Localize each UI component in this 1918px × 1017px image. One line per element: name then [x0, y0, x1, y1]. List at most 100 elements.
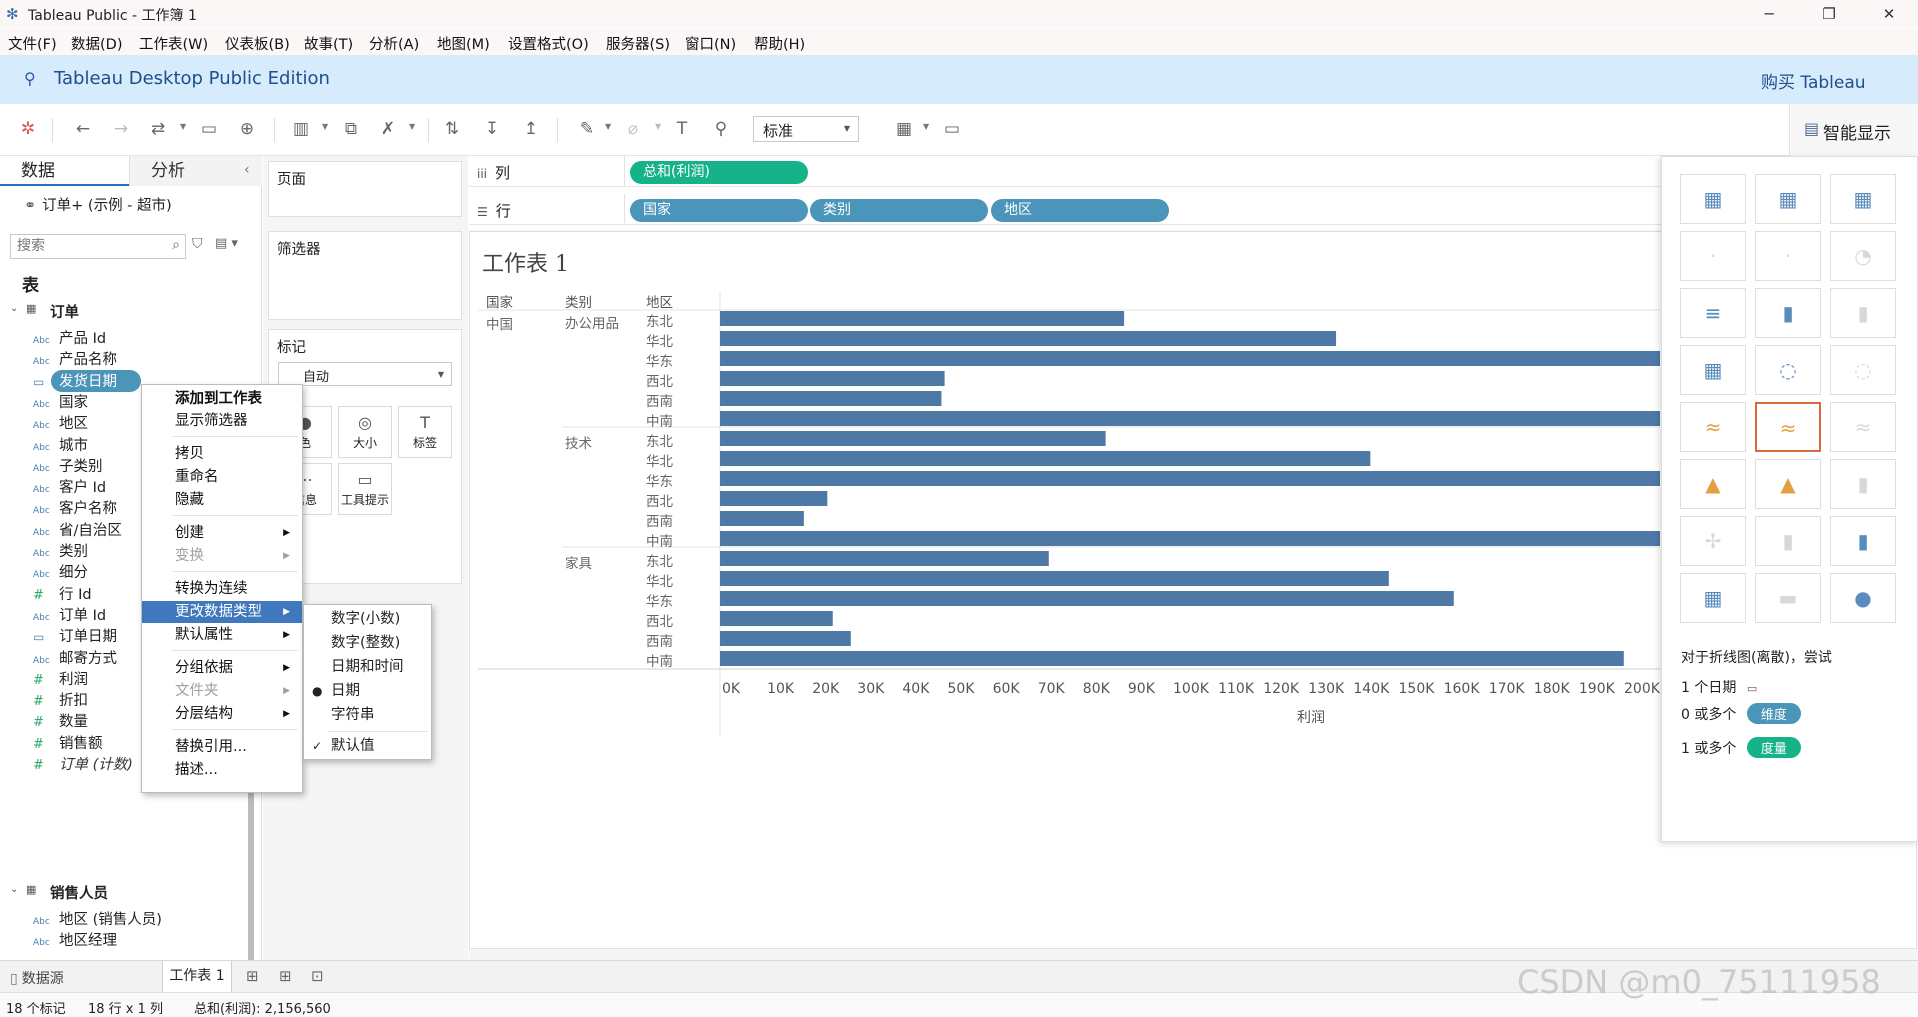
chart-type-option[interactable]: ≈ [1680, 402, 1746, 452]
tableau-start-icon[interactable]: ✲ [17, 118, 39, 140]
row-region-label[interactable]: 西南 [646, 390, 673, 410]
field-item[interactable]: # 销售额 [33, 732, 103, 753]
menu-add-to-sheet[interactable]: 添加到工作表 [142, 388, 302, 410]
redo-icon[interactable]: → [110, 118, 132, 140]
menu-help[interactable]: 帮助(H) [754, 33, 805, 54]
chart-type-option[interactable]: ▮ [1830, 516, 1896, 566]
show-cards-dropdown-icon[interactable]: ▼ [923, 122, 929, 131]
field-item[interactable]: # 行 Id [33, 583, 92, 604]
fix-axes-icon[interactable]: ⚲ [710, 118, 732, 140]
menu-describe[interactable]: 描述... [142, 759, 302, 781]
highlight-icon[interactable]: ✎ [576, 118, 598, 140]
menu-server[interactable]: 服务器(S) [606, 33, 670, 54]
menu-change-data-type[interactable]: 更改数据类型 ▶ [142, 601, 302, 623]
chart-type-option[interactable]: ≈ [1830, 402, 1896, 452]
sort-ascending-icon[interactable]: ↧ [481, 118, 503, 140]
replay-icon[interactable]: ⇄ [147, 118, 169, 140]
chart-type-option[interactable]: ▦ [1680, 345, 1746, 395]
pill-region[interactable]: 地区 [991, 199, 1169, 222]
collapse-pane-icon[interactable]: ‹ [244, 162, 250, 178]
menu-worksheet[interactable]: 工作表(W) [139, 33, 208, 54]
chart-type-option[interactable]: ▦ [1830, 174, 1896, 224]
field-item[interactable]: Abc 地区经理 [33, 929, 117, 950]
clear-dropdown-icon[interactable]: ▼ [409, 122, 415, 131]
datasource-row[interactable]: ⚭ 订单+ (示例 - 超市) [24, 194, 172, 215]
row-region-label[interactable]: 中南 [646, 410, 673, 430]
field-item[interactable]: Abc 订单 Id [33, 604, 106, 625]
row-region-label[interactable]: 西南 [646, 510, 673, 530]
pages-card[interactable]: 页面 [268, 161, 462, 217]
filter-icon[interactable]: ⛉ [192, 236, 203, 252]
group-orders[interactable]: 订单 [50, 301, 79, 322]
chart-type-option[interactable]: ▮ [1755, 516, 1821, 566]
pill-sum-profit[interactable]: 总和(利润) [630, 161, 808, 184]
row-region-label[interactable]: 东北 [646, 550, 673, 570]
new-worksheet-tab-icon[interactable]: ⊞ [246, 967, 259, 985]
tab-analysis[interactable]: 分析 [129, 156, 262, 186]
menu-copy[interactable]: 拷贝 [142, 443, 302, 465]
row-region-label[interactable]: 西南 [646, 630, 673, 650]
sheet-tab-1[interactable]: 工作表 1 [162, 961, 232, 993]
row-category-label[interactable]: 技术 [565, 432, 592, 452]
new-worksheet-dropdown-icon[interactable]: ▼ [322, 122, 328, 131]
row-category-label[interactable]: 家具 [565, 552, 592, 572]
row-category-label[interactable]: 办公用品 [565, 312, 619, 332]
close-icon[interactable]: ✕ [1864, 0, 1914, 28]
show-labels-icon[interactable]: T [671, 118, 693, 140]
chart-type-option[interactable]: ▦ [1680, 174, 1746, 224]
chart-type-option[interactable]: ▮ [1830, 459, 1896, 509]
chart-type-option[interactable]: · [1755, 231, 1821, 281]
field-item[interactable]: # 利润 [33, 668, 88, 689]
sheet-title[interactable]: 工作表 1 [482, 246, 569, 278]
chart-type-option[interactable]: ▲ [1755, 459, 1821, 509]
menu-hierarchy[interactable]: 分层结构 ▶ [142, 703, 302, 725]
type-default[interactable]: ✓ 默认值 [304, 735, 431, 757]
row-region-label[interactable]: 华东 [646, 470, 673, 490]
row-region-label[interactable]: 西北 [646, 610, 673, 630]
pill-country[interactable]: 国家 [630, 199, 808, 222]
group-salespeople[interactable]: 销售人员 [50, 882, 108, 903]
row-region-label[interactable]: 华东 [646, 590, 673, 610]
field-item[interactable]: Abc 产品 Id [33, 327, 106, 348]
row-region-label[interactable]: 中南 [646, 650, 673, 670]
field-item[interactable]: ▭ 发货日期 [33, 369, 141, 392]
menu-dashboard[interactable]: 仪表板(B) [225, 33, 290, 54]
clear-sheet-icon[interactable]: ✗ [377, 118, 399, 140]
fit-select[interactable]: 标准 ▼ [753, 116, 859, 142]
field-item[interactable]: ▭ 订单日期 [33, 625, 117, 646]
chart-type-option[interactable]: ▮ [1830, 288, 1896, 338]
chart-type-option[interactable]: ≡ [1680, 288, 1746, 338]
chart-type-option[interactable]: ◔ [1830, 231, 1896, 281]
menu-map[interactable]: 地图(M) [437, 33, 490, 54]
menu-default-properties[interactable]: 默认属性 ▶ [142, 624, 302, 646]
presentation-icon[interactable]: ▭ [941, 118, 963, 140]
row-region-label[interactable]: 东北 [646, 310, 673, 330]
sort-descending-icon[interactable]: ↥ [520, 118, 542, 140]
menu-group-by[interactable]: 分组依据 ▶ [142, 657, 302, 679]
field-item[interactable]: # 折扣 [33, 689, 88, 710]
menu-hide[interactable]: 隐藏 [142, 489, 302, 511]
new-datasource-icon[interactable]: ⊕ [236, 118, 258, 140]
chart-type-option[interactable]: ≈ [1755, 402, 1821, 452]
chart-type-option[interactable]: ▲ [1680, 459, 1746, 509]
field-item[interactable]: Abc 细分 [33, 561, 88, 582]
row-region-label[interactable]: 东北 [646, 430, 673, 450]
menu-analysis[interactable]: 分析(A) [369, 33, 419, 54]
menu-replace-references[interactable]: 替换引用... [142, 736, 302, 758]
filters-card[interactable]: 筛选器 [268, 231, 462, 320]
field-item[interactable]: Abc 邮寄方式 [33, 647, 117, 668]
new-story-tab-icon[interactable]: ⊡ [311, 967, 324, 985]
size-button[interactable]: ◎ 大小 [338, 406, 392, 458]
type-datetime[interactable]: 日期和时间 [304, 656, 431, 678]
expand-group-icon[interactable]: ⌄ [10, 303, 18, 314]
swap-icon[interactable]: ⇅ [441, 118, 463, 140]
menu-format[interactable]: 设置格式(O) [508, 33, 589, 54]
field-item[interactable]: Abc 地区 [33, 412, 88, 433]
new-worksheet-icon[interactable]: ▥ [290, 118, 312, 140]
row-region-label[interactable]: 华北 [646, 330, 673, 350]
menu-file[interactable]: 文件(F) [8, 33, 57, 54]
datasource-tab[interactable]: ▯ 数据源 [10, 968, 64, 988]
field-item[interactable]: Abc 国家 [33, 391, 88, 412]
search-input[interactable] [11, 235, 161, 257]
show-me-button[interactable]: ▤ 智能显示 [1789, 104, 1918, 156]
